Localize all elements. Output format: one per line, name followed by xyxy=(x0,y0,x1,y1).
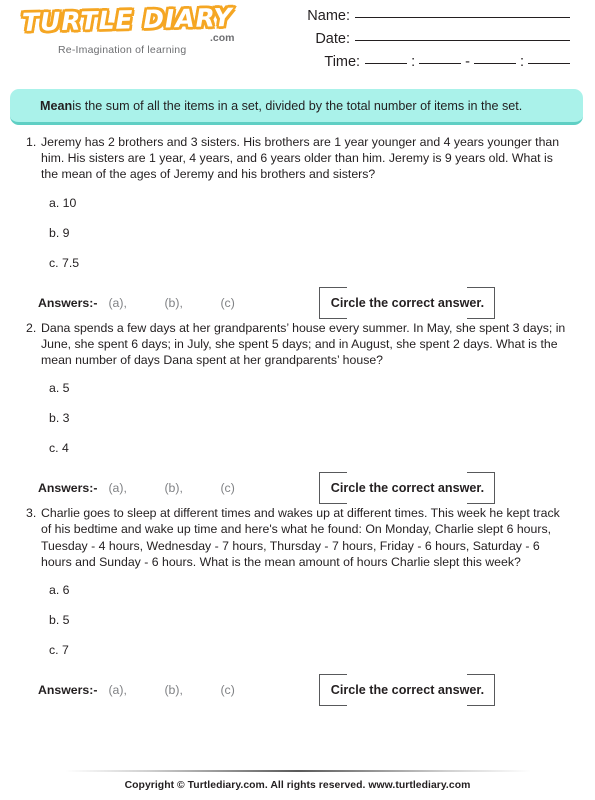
date-label: Date: xyxy=(315,31,350,47)
time-label: Time: xyxy=(324,54,361,70)
answers-label: Answers:- xyxy=(38,295,98,310)
worksheet-body: 1. Jeremy has 2 brothers and 3 sisters. … xyxy=(0,134,595,707)
circle-box-bottom-right-edge xyxy=(467,705,496,707)
circle-box-label: Circle the correct answer. xyxy=(330,295,485,310)
question-2-number: 2. xyxy=(26,320,37,335)
question-1-option-b[interactable]: b. 9 xyxy=(49,226,573,240)
page-header: TURTLE DIARY .com Re-Imagination of lear… xyxy=(0,0,595,84)
answer-slot-c[interactable]: (c) xyxy=(220,296,276,310)
date-input-line[interactable] xyxy=(355,40,570,41)
question-1-options: a. 10 b. 9 c. 7.5 xyxy=(49,196,573,270)
circle-box-bottom-right-edge xyxy=(467,503,496,505)
circle-the-correct-answer-box: Circle the correct answer. xyxy=(319,674,496,707)
logo-tagline: Re-Imagination of learning xyxy=(58,44,187,56)
question-3-text-row: 3. Charlie goes to sleep at different ti… xyxy=(26,505,573,570)
question-3: 3. Charlie goes to sleep at different ti… xyxy=(0,505,595,707)
answer-slot-c[interactable]: (c) xyxy=(220,481,276,495)
question-3-answer-row: Answers:- (a), (b), (c) Circle the corre… xyxy=(38,673,573,707)
time-start-minute-line[interactable] xyxy=(419,63,462,64)
question-1-number: 1. xyxy=(26,135,37,149)
circle-box-bottom-left-edge xyxy=(319,503,348,505)
time-end-colon: : xyxy=(519,54,524,70)
question-1-text-row: 1. Jeremy has 2 brothers and 3 sisters. … xyxy=(26,134,573,183)
definition-text: is the sum of all the items in a set, di… xyxy=(72,98,523,113)
question-2-prompt: Dana spends a few days at her grandparen… xyxy=(41,320,566,368)
answer-slot-a[interactable]: (a), xyxy=(108,683,164,697)
question-3-options: a. 6 b. 5 c. 7 xyxy=(49,583,573,657)
question-2-option-b[interactable]: b. 3 xyxy=(49,411,573,425)
time-start-hour-line[interactable] xyxy=(365,63,408,64)
name-field-row: Name: xyxy=(307,8,570,31)
footer-divider xyxy=(64,770,531,772)
time-field-row: Time: : - : xyxy=(307,54,570,77)
question-2-text-row: 2. Dana spends a few days at her grandpa… xyxy=(26,320,573,369)
question-3-option-a[interactable]: a. 6 xyxy=(49,583,573,597)
question-2: 2. Dana spends a few days at her grandpa… xyxy=(0,320,595,506)
answer-slot-b[interactable]: (b), xyxy=(164,481,220,495)
time-start-colon: : xyxy=(411,54,416,70)
time-end-hour-line[interactable] xyxy=(473,63,516,64)
copyright-text: Copyright © Turtlediary.com. All rights … xyxy=(124,780,471,791)
name-input-line[interactable] xyxy=(355,17,570,18)
circle-the-correct-answer-box: Circle the correct answer. xyxy=(319,472,496,505)
question-1-answer-row: Answers:- (a), (b), (c) Circle the corre… xyxy=(38,286,573,320)
answer-slot-c[interactable]: (c) xyxy=(220,683,276,697)
circle-box-label: Circle the correct answer. xyxy=(330,683,485,698)
answers-label: Answers:- xyxy=(38,683,98,698)
circle-box-bottom-left-edge xyxy=(319,317,348,319)
student-info-fields: Name: Date: Time: : - : xyxy=(307,8,570,77)
circle-the-correct-answer-box: Circle the correct answer. xyxy=(319,286,496,319)
logo-domain-suffix: .com xyxy=(210,32,235,44)
site-logo[interactable]: TURTLE DIARY .com Re-Imagination of lear… xyxy=(20,1,272,56)
definition-term: Mean xyxy=(40,98,73,113)
question-3-number: 3. xyxy=(26,506,37,521)
time-end-minute-line[interactable] xyxy=(528,63,570,64)
question-1-prompt: Jeremy has 2 brothers and 3 sisters. His… xyxy=(41,135,560,182)
question-2-option-c[interactable]: c. 4 xyxy=(49,441,573,455)
question-1-option-a[interactable]: a. 10 xyxy=(49,196,573,210)
question-1: 1. Jeremy has 2 brothers and 3 sisters. … xyxy=(0,134,595,320)
circle-box-bottom-left-edge xyxy=(319,705,348,707)
answers-label: Answers:- xyxy=(38,481,98,496)
answer-slot-b[interactable]: (b), xyxy=(164,296,220,310)
question-3-prompt: Charlie goes to sleep at different times… xyxy=(41,506,560,569)
question-3-option-b[interactable]: b. 5 xyxy=(49,613,573,627)
question-2-options: a. 5 b. 3 c. 4 xyxy=(49,381,573,455)
circle-box-bottom-right-edge xyxy=(467,317,496,319)
question-2-answer-row: Answers:- (a), (b), (c) Circle the corre… xyxy=(38,471,573,505)
page-footer: Copyright © Turtlediary.com. All rights … xyxy=(0,770,595,800)
definition-banner: Mean is the sum of all the items in a se… xyxy=(10,89,583,125)
circle-box-label: Circle the correct answer. xyxy=(330,481,485,496)
question-3-option-c[interactable]: c. 7 xyxy=(49,643,573,657)
question-1-option-c[interactable]: c. 7.5 xyxy=(49,256,573,270)
answer-slot-a[interactable]: (a), xyxy=(108,481,164,495)
answer-slot-a[interactable]: (a), xyxy=(108,296,164,310)
question-2-option-a[interactable]: a. 5 xyxy=(49,381,573,395)
logo-wordmark: TURTLE DIARY xyxy=(20,1,235,38)
time-range-dash: - xyxy=(465,54,470,70)
answer-slot-b[interactable]: (b), xyxy=(164,683,220,697)
date-field-row: Date: xyxy=(307,31,570,54)
name-label: Name: xyxy=(307,8,350,24)
